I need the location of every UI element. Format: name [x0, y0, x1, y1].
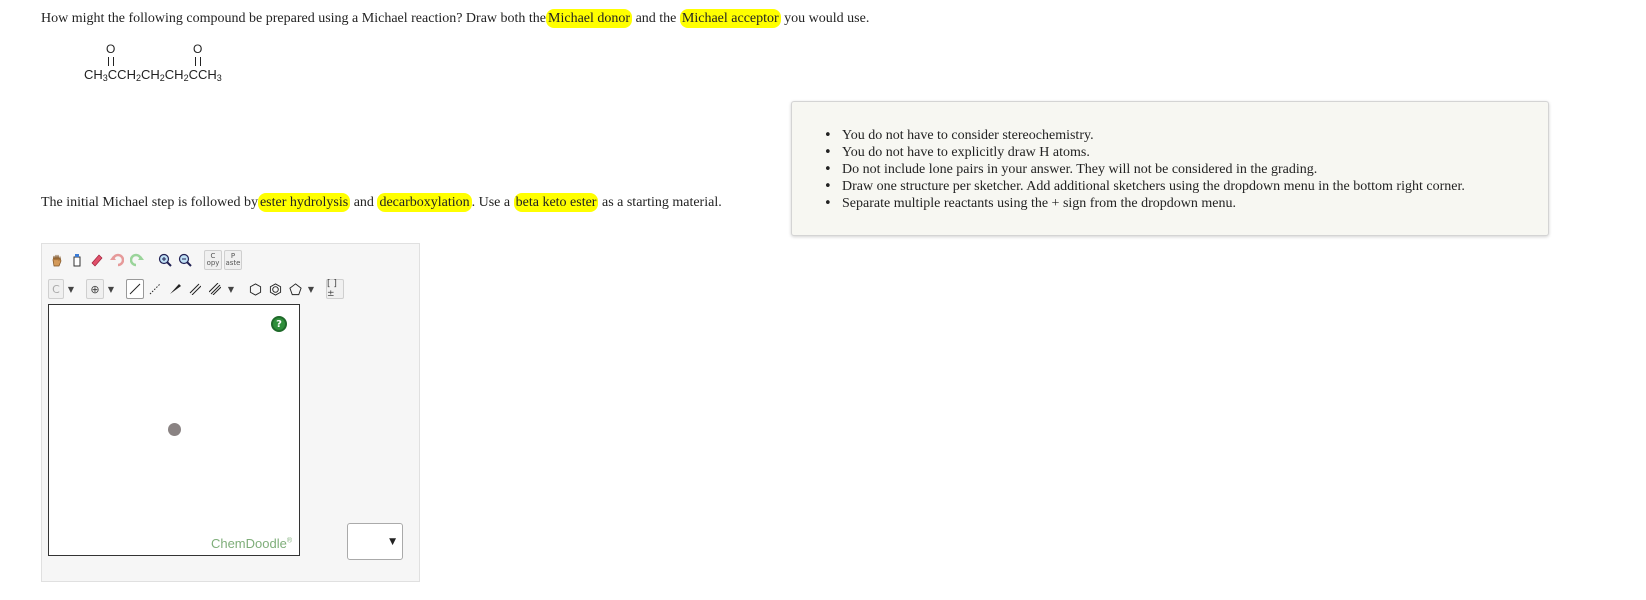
wedge-bond-icon[interactable]	[166, 279, 184, 299]
element-button[interactable]: C	[48, 279, 64, 299]
ring-dropdown-icon[interactable]: ▼	[306, 279, 316, 299]
instruction-item: You do not have to consider stereochemis…	[824, 127, 1465, 144]
zoom-in-icon[interactable]	[156, 250, 174, 270]
chevron-down-icon: ▼	[389, 536, 396, 547]
highlight-michael-donor: Michael donor	[546, 9, 633, 28]
charge-dropdown-icon[interactable]: ▼	[106, 279, 116, 299]
clear-icon[interactable]	[68, 250, 86, 270]
compound-formula: CH3CCH2CH2CH2CCH3	[84, 67, 222, 83]
instructions-list: You do not have to consider stereochemis…	[824, 127, 1465, 212]
help-icon[interactable]: ?	[271, 316, 287, 332]
double-bond-icon[interactable]	[186, 279, 204, 299]
undo-icon[interactable]	[108, 250, 126, 270]
redo-icon[interactable]	[128, 250, 146, 270]
copy-button[interactable]: Copy	[204, 250, 222, 270]
charge-button[interactable]: ⊕	[86, 279, 104, 299]
zoom-out-icon[interactable]	[176, 250, 194, 270]
eraser-icon[interactable]	[88, 250, 106, 270]
carbonyl-oxygen-left: O	[106, 42, 116, 56]
compound-structure: O O CH3CCH2CH2CH2CCH3	[84, 42, 254, 86]
instruction-item: You do not have to explicitly draw H ato…	[824, 144, 1465, 161]
sketcher-canvas[interactable]: ? ChemDoodle®	[48, 304, 300, 556]
bracket-button[interactable]: [ ]±	[326, 279, 344, 299]
carbonyl-oxygen-right: O	[193, 42, 203, 56]
instruction-item: Do not include lone pairs in your answer…	[824, 161, 1465, 178]
hand-icon[interactable]	[48, 250, 66, 270]
single-bond-icon[interactable]	[126, 279, 144, 299]
highlight-michael-acceptor: Michael acceptor	[679, 9, 781, 28]
add-sketcher-dropdown[interactable]: ▼	[347, 523, 403, 560]
sketcher-toolbar-bottom: C ▼ ⊕ ▼ ▼ ▼ [ ]±	[48, 277, 344, 301]
paste-button[interactable]: Paste	[224, 250, 242, 270]
element-dropdown-icon[interactable]: ▼	[66, 279, 76, 299]
instruction-item: Separate multiple reactants using the + …	[824, 195, 1465, 212]
triple-bond-icon[interactable]	[206, 279, 224, 299]
sketcher-toolbar-top: Copy Paste	[48, 248, 242, 272]
canvas-center-dot	[168, 423, 181, 436]
chemdoodle-brand: ChemDoodle®	[210, 536, 292, 551]
cyclohexane-icon[interactable]	[246, 279, 264, 299]
double-bond-left	[108, 57, 114, 66]
question-text: How might the following compound be prep…	[41, 9, 870, 28]
highlight-beta-keto-ester: beta keto ester	[513, 193, 599, 212]
instruction-item: Draw one structure per sketcher. Add add…	[824, 178, 1465, 195]
instructions-panel: You do not have to consider stereochemis…	[791, 101, 1549, 236]
highlight-decarboxylation: decarboxylation	[377, 193, 472, 212]
dashed-bond-icon[interactable]	[146, 279, 164, 299]
bond-dropdown-icon[interactable]: ▼	[226, 279, 236, 299]
benzene-icon[interactable]	[266, 279, 284, 299]
cyclopentane-icon[interactable]	[286, 279, 304, 299]
highlight-ester-hydrolysis: ester hydrolysis	[257, 193, 351, 212]
initial-step-text: The initial Michael step is followed by e…	[41, 193, 722, 212]
double-bond-right	[195, 57, 201, 66]
chemdoodle-sketcher: Copy Paste C ▼ ⊕ ▼ ▼ ▼ []± ? ChemDoodle…	[41, 243, 420, 582]
